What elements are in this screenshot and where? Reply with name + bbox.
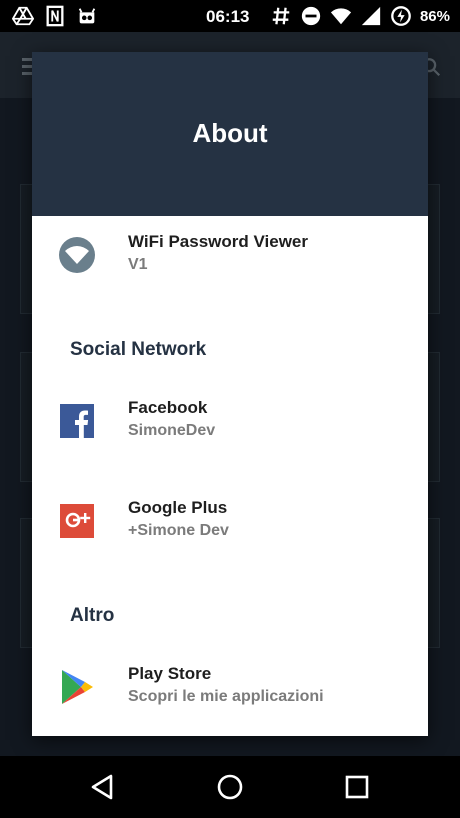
- google-plus-row[interactable]: Google Plus +Simone Dev: [32, 486, 428, 556]
- app-info-row: WiFi Password Viewer V1: [32, 220, 428, 290]
- section-heading-social: Social Network: [70, 339, 207, 360]
- dialog-header: About: [32, 52, 428, 216]
- facebook-subtitle: SimoneDev: [128, 422, 216, 439]
- google-plus-icon: [60, 504, 94, 538]
- cell-signal-icon: [361, 6, 381, 26]
- hashtag-icon: [272, 7, 290, 25]
- back-icon[interactable]: [88, 772, 118, 802]
- dnd-icon: [301, 6, 321, 26]
- google-plus-title: Google Plus: [128, 498, 228, 517]
- google-plus-subtitle: +Simone Dev: [128, 522, 229, 539]
- home-icon[interactable]: [215, 772, 245, 802]
- wifi-app-icon: [58, 236, 96, 274]
- battery-percent: 86%: [419, 7, 450, 25]
- recents-icon[interactable]: [342, 772, 372, 802]
- facebook-row[interactable]: Facebook SimoneDev: [32, 386, 428, 456]
- app-version: V1: [128, 256, 148, 273]
- facebook-title: Facebook: [128, 398, 208, 417]
- nfc-icon: [46, 5, 64, 27]
- drive-icon: [12, 6, 34, 26]
- section-heading-altro: Altro: [70, 605, 115, 626]
- play-store-title: Play Store: [128, 664, 212, 683]
- app-name: WiFi Password Viewer: [128, 232, 308, 251]
- facebook-icon: [60, 404, 94, 438]
- navigation-bar: [0, 756, 460, 818]
- wifi-icon: [330, 8, 352, 25]
- play-store-icon: [58, 668, 96, 706]
- status-bar: 06:13 86%: [0, 0, 460, 32]
- cyanogen-icon: [78, 8, 96, 24]
- battery-charging-icon: [391, 6, 411, 26]
- clock: 06:13: [206, 7, 250, 26]
- dialog-title: About: [192, 118, 268, 148]
- status-left-icons: [12, 5, 98, 27]
- status-right-icons: 86%: [270, 5, 450, 27]
- play-store-subtitle: Scopri le mie applicazioni: [128, 688, 324, 705]
- play-store-row[interactable]: Play Store Scopri le mie applicazioni: [32, 652, 428, 722]
- about-dialog: About WiFi Password Viewer V1 Social Net…: [32, 52, 428, 736]
